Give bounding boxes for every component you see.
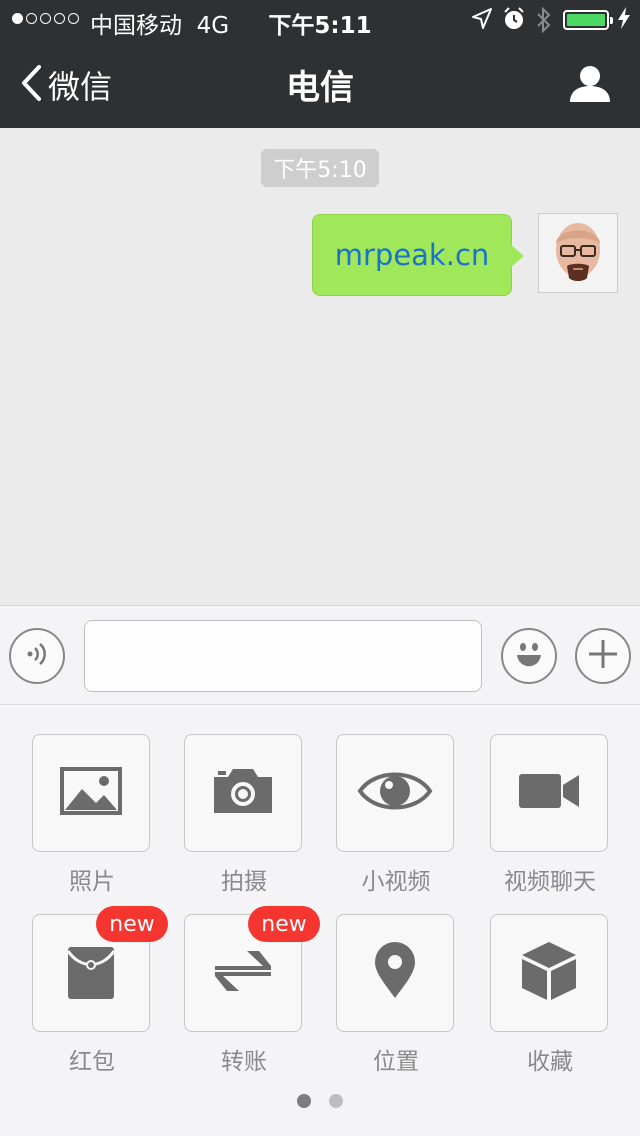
tool-photo[interactable]: 照片 <box>32 734 152 896</box>
tool-short-video[interactable]: 小视频 <box>336 734 456 896</box>
emoji-icon <box>509 634 549 678</box>
top-bar: 中国移动 4G 下午5:11 微信 电信 <box>0 0 640 128</box>
input-bar <box>0 605 640 705</box>
video-camera-icon <box>517 771 581 815</box>
battery-icon <box>563 10 613 30</box>
page-indicator[interactable] <box>0 1094 640 1108</box>
person-icon <box>566 66 614 108</box>
tool-short-video-box[interactable] <box>336 734 454 852</box>
tools-panel: 照片 拍摄 小视频 视频聊天 new 红包 new 转账 位置 收藏 <box>0 705 640 1136</box>
message-timestamp: 下午5:10 <box>261 149 379 187</box>
tool-label: 拍摄 <box>221 869 267 895</box>
bubble-tail <box>510 244 524 268</box>
tool-label: 小视频 <box>361 869 431 895</box>
tool-camera[interactable]: 拍摄 <box>184 734 304 896</box>
more-button[interactable] <box>575 628 631 684</box>
plus-icon <box>586 637 620 675</box>
favorites-box-icon <box>520 940 578 1006</box>
red-packet-icon <box>66 941 116 1005</box>
tool-red-packet[interactable]: new 红包 <box>32 906 168 1076</box>
tool-video-chat[interactable]: 视频聊天 <box>490 734 610 896</box>
eye-icon <box>357 767 433 819</box>
tool-photo-box[interactable] <box>32 734 150 852</box>
tool-favorites[interactable]: 收藏 <box>490 914 610 1076</box>
tool-transfer[interactable]: new 转账 <box>184 906 320 1076</box>
tool-camera-box[interactable] <box>184 734 302 852</box>
tool-label: 照片 <box>69 869 115 895</box>
tool-label: 位置 <box>373 1049 419 1075</box>
status-bar: 中国移动 4G 下午5:11 <box>0 0 640 40</box>
location-pin-icon <box>373 942 417 1004</box>
transfer-icon <box>213 947 273 999</box>
tool-label: 转账 <box>221 1049 267 1075</box>
message-input[interactable] <box>84 620 482 692</box>
tool-video-chat-box[interactable] <box>490 734 608 852</box>
tool-favorites-box[interactable] <box>490 914 608 1032</box>
navigation-bar: 微信 电信 <box>0 40 640 128</box>
photo-icon <box>60 767 122 819</box>
tool-label: 收藏 <box>527 1049 573 1075</box>
location-arrow-icon <box>470 6 494 36</box>
contact-info-button[interactable] <box>566 64 614 108</box>
charging-bolt-icon <box>617 6 631 35</box>
bluetooth-icon <box>534 6 554 38</box>
tool-label: 红包 <box>69 1049 115 1075</box>
voice-button[interactable] <box>9 628 65 684</box>
avatar[interactable] <box>538 213 618 293</box>
page-dot-active[interactable] <box>297 1094 311 1108</box>
tool-location-box[interactable] <box>336 914 454 1032</box>
new-badge: new <box>96 906 168 942</box>
sent-message-bubble[interactable]: mrpeak.cn <box>312 214 512 296</box>
camera-icon <box>212 767 274 819</box>
tool-location[interactable]: 位置 <box>336 914 456 1076</box>
new-badge: new <box>248 906 320 942</box>
voice-icon <box>22 639 52 673</box>
alarm-icon <box>502 6 526 36</box>
message-link[interactable]: mrpeak.cn <box>335 238 490 272</box>
tool-label: 视频聊天 <box>504 869 596 895</box>
chat-area[interactable]: 下午5:10 mrpeak.cn <box>0 128 640 605</box>
emoji-button[interactable] <box>501 628 557 684</box>
page-dot[interactable] <box>329 1094 343 1108</box>
battery-level <box>567 14 605 26</box>
chat-title: 电信 <box>286 68 354 108</box>
